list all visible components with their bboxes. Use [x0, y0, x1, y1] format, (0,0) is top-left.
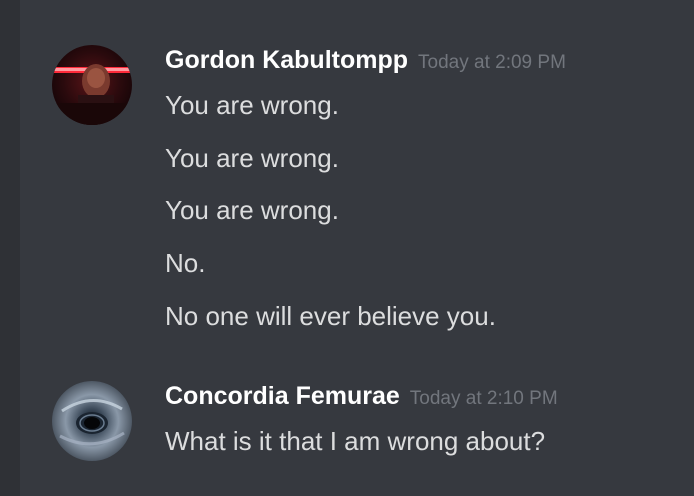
- message-line: No one will ever believe you.: [165, 301, 496, 331]
- timestamp: Today at 2:09 PM: [418, 52, 566, 73]
- blackhole-avatar-icon[interactable]: [52, 381, 132, 461]
- username[interactable]: Gordon Kabultompp: [165, 46, 408, 74]
- message-line: What is it that I am wrong about?: [165, 426, 546, 456]
- message-line: You are wrong.: [165, 143, 339, 173]
- chat-window: Gordon Kabultompp Today at 2:09 PM You ar…: [0, 0, 694, 496]
- username[interactable]: Concordia Femurae: [165, 382, 400, 410]
- message-header: Concordia Femurae Today at 2:10 PM: [165, 382, 558, 411]
- left-rail: [0, 0, 20, 496]
- neon-photo-avatar-icon[interactable]: [52, 45, 132, 125]
- message-header: Gordon Kabultompp Today at 2:09 PM: [165, 46, 566, 75]
- message-line: You are wrong.: [165, 195, 339, 225]
- timestamp: Today at 2:10 PM: [409, 388, 558, 409]
- message-line: You are wrong.: [165, 90, 339, 120]
- message-line: No.: [165, 248, 206, 278]
